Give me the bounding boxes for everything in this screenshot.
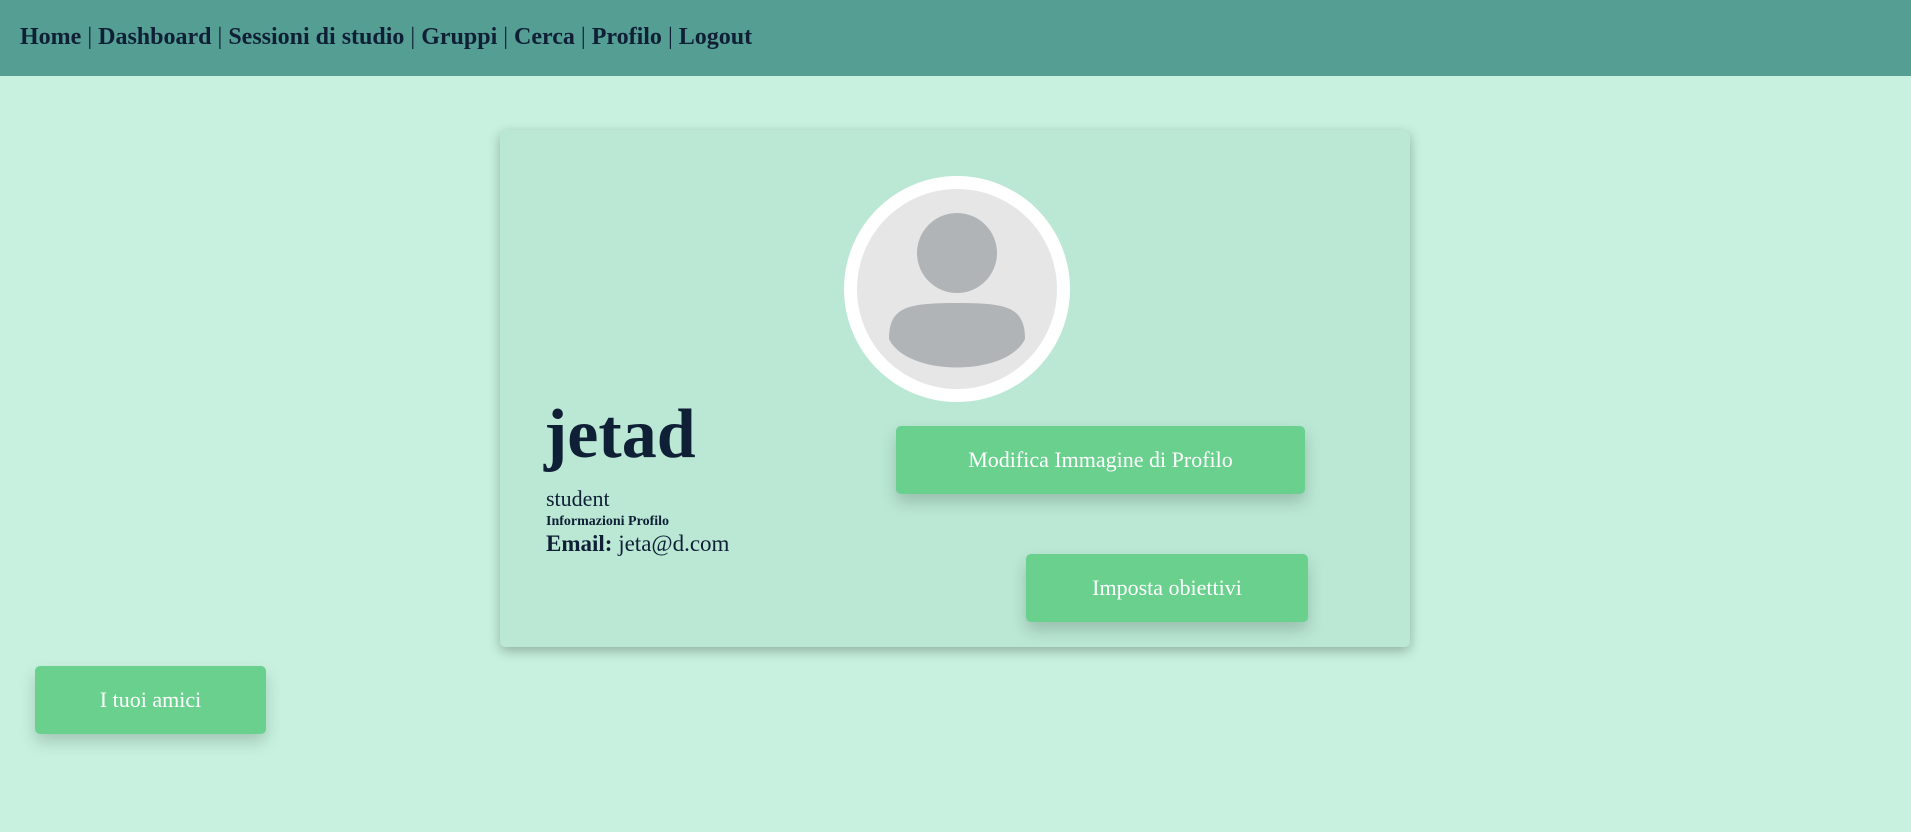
nav-separator: | xyxy=(503,24,509,50)
nav-profile-link[interactable]: Profilo xyxy=(592,24,662,50)
edit-profile-image-button[interactable]: Modifica Immagine di Profilo xyxy=(896,426,1305,494)
avatar xyxy=(844,176,1070,402)
set-goals-button[interactable]: Imposta obiettivi xyxy=(1026,554,1308,622)
nav-study-sessions-link[interactable]: Sessioni di studio xyxy=(228,24,404,50)
profile-role: student xyxy=(546,486,610,511)
user-placeholder-icon xyxy=(857,189,1057,389)
friends-button[interactable]: I tuoi amici xyxy=(35,666,266,734)
email-value: jeta@d.com xyxy=(618,531,730,556)
nav-separator: | xyxy=(217,24,223,50)
profile-card: jetad student Informazioni Profilo Email… xyxy=(500,130,1410,647)
nav-separator: | xyxy=(87,24,93,50)
email-label: Email: xyxy=(546,531,613,556)
nav-groups-link[interactable]: Gruppi xyxy=(421,24,497,50)
nav-links: Home | Dashboard | Sessioni di studio | Gruppi… xyxy=(20,24,752,51)
profile-email: Email: jeta@d.com xyxy=(546,531,729,557)
nav-search-link[interactable]: Cerca xyxy=(514,24,575,50)
nav-separator: | xyxy=(580,24,586,50)
top-navbar: Home | Dashboard | Sessioni di studio | Gruppi… xyxy=(0,0,1911,76)
profile-username: jetad xyxy=(544,396,696,473)
nav-logout-link[interactable]: Logout xyxy=(679,24,752,50)
nav-dashboard-link[interactable]: Dashboard xyxy=(98,24,211,50)
profile-info-heading: Informazioni Profilo xyxy=(546,514,670,529)
nav-home-link[interactable]: Home xyxy=(20,24,81,50)
nav-separator: | xyxy=(410,24,416,50)
nav-separator: | xyxy=(667,24,673,50)
